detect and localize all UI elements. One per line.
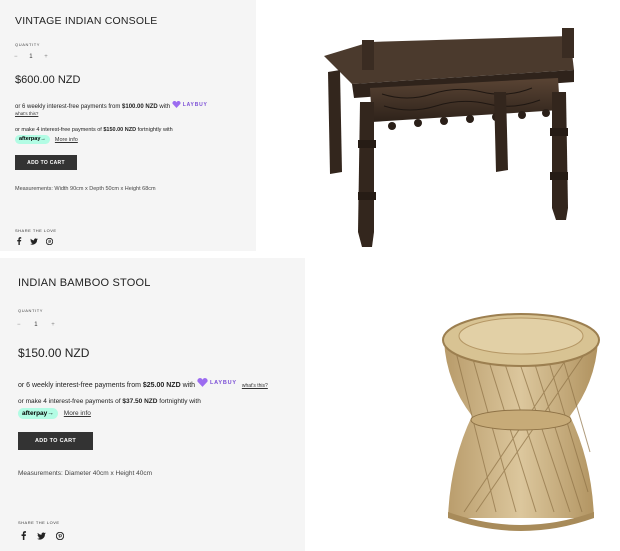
laybuy-info-link[interactable]: what's this? xyxy=(242,383,268,389)
laybuy-info-link[interactable]: what's this? xyxy=(15,111,38,116)
bamboo-stool-image xyxy=(442,313,600,531)
add-to-cart-button[interactable]: ADD TO CART xyxy=(15,155,77,170)
afterpay-more-info-link[interactable]: More info xyxy=(55,137,78,143)
product-title: VINTAGE INDIAN CONSOLE xyxy=(15,15,158,27)
pinterest-icon[interactable] xyxy=(46,237,53,245)
afterpay-suffix: fortnightly with xyxy=(157,398,201,405)
qty-minus-button[interactable]: − xyxy=(17,322,21,328)
pinterest-icon[interactable] xyxy=(56,531,64,540)
afterpay-logo: afterpay→ xyxy=(15,135,50,144)
laybuy-text: or 6 weekly interest-free payments from xyxy=(15,104,123,110)
laybuy-line: or 6 weekly interest-free payments from … xyxy=(15,101,208,110)
afterpay-line: or make 4 interest-free payments of $37.… xyxy=(18,398,201,405)
afterpay-brand: afterpay xyxy=(19,136,41,142)
add-to-cart-button[interactable]: ADD TO CART xyxy=(18,432,93,450)
laybuy-amount: $100.00 NZD xyxy=(122,104,158,110)
vintage-console-image xyxy=(324,28,574,247)
laybuy-with: with xyxy=(157,104,172,110)
afterpay-suffix: fortnightly with xyxy=(136,127,173,133)
quantity-label: QUANTITY xyxy=(15,42,41,47)
social-links xyxy=(20,531,64,540)
afterpay-logo: afterpay→ xyxy=(18,408,58,419)
afterpay-more-info-link[interactable]: More info xyxy=(64,410,91,417)
quantity-stepper[interactable]: − 1 + xyxy=(17,322,55,328)
laybuy-text: or 6 weekly interest-free payments from xyxy=(18,382,143,389)
qty-value[interactable]: 1 xyxy=(29,54,32,60)
qty-minus-button[interactable]: − xyxy=(14,54,18,60)
laybuy-brand: LAYBUY xyxy=(209,379,237,386)
afterpay-line: or make 4 interest-free payments of $150… xyxy=(15,127,173,133)
share-label: SHARE THE LOVE xyxy=(15,228,57,233)
afterpay-amount: $37.50 NZD xyxy=(122,398,158,405)
measurements: Measurements: Width 90cm x Depth 50cm x … xyxy=(15,186,156,192)
afterpay-row: afterpay→ More info xyxy=(18,408,91,419)
facebook-icon[interactable] xyxy=(16,237,22,245)
laybuy-logo: LAYBUY xyxy=(172,101,208,108)
twitter-icon[interactable] xyxy=(30,237,38,245)
facebook-icon[interactable] xyxy=(20,531,27,540)
afterpay-text: or make 4 interest-free payments of xyxy=(15,127,104,133)
afterpay-brand: afterpay xyxy=(22,410,48,417)
laybuy-heart-icon xyxy=(172,101,181,108)
product-price: $150.00 NZD xyxy=(18,346,90,360)
afterpay-amount: $150.00 NZD xyxy=(103,127,137,133)
laybuy-logo: LAYBUY xyxy=(197,378,237,387)
afterpay-text: or make 4 interest-free payments of xyxy=(18,398,123,405)
measurements: Measurements: Diameter 40cm x Height 40c… xyxy=(18,470,153,477)
share-label: SHARE THE LOVE xyxy=(18,520,60,525)
qty-plus-button[interactable]: + xyxy=(44,54,48,60)
product-title: INDIAN BAMBOO STOOL xyxy=(18,277,151,289)
qty-value[interactable]: 1 xyxy=(34,322,37,328)
laybuy-with: with xyxy=(180,382,197,389)
qty-plus-button[interactable]: + xyxy=(51,322,55,328)
social-links xyxy=(16,237,53,245)
product-panel-console xyxy=(0,0,256,251)
laybuy-amount: $25.00 NZD xyxy=(142,382,181,389)
quantity-label: QUANTITY xyxy=(18,308,44,313)
twitter-icon[interactable] xyxy=(37,532,46,540)
laybuy-brand: LAYBUY xyxy=(182,101,208,108)
laybuy-heart-icon xyxy=(197,378,208,387)
product-price: $600.00 NZD xyxy=(15,74,81,86)
quantity-stepper[interactable]: − 1 + xyxy=(14,54,48,60)
laybuy-line: or 6 weekly interest-free payments from … xyxy=(18,378,268,389)
afterpay-row: afterpay→ More info xyxy=(15,135,78,144)
